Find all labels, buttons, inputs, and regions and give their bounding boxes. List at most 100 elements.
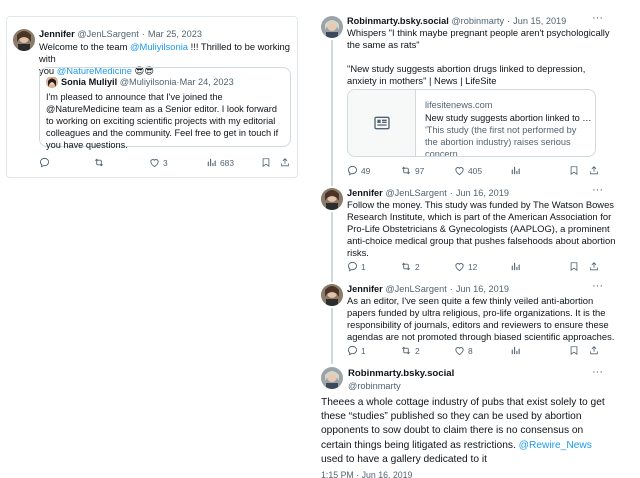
bookmark-icon xyxy=(569,345,579,356)
avatar-robinmarty[interactable] xyxy=(321,367,343,389)
avatar-sonia[interactable] xyxy=(46,76,58,88)
mention-link[interactable]: @Rewire_News xyxy=(519,440,592,451)
author-name[interactable]: Jennifer xyxy=(347,284,383,294)
views-icon xyxy=(510,345,521,356)
avatar-jennifer[interactable] xyxy=(321,284,343,306)
retweet-count: 2 xyxy=(415,261,420,272)
share-button[interactable] xyxy=(589,261,599,272)
author-handle[interactable]: @JenLSargent xyxy=(385,188,446,198)
tweet-date[interactable]: Jun 16, 2019 xyxy=(456,188,509,198)
more-icon[interactable]: ··· xyxy=(592,184,603,196)
reply-button[interactable]: 49 xyxy=(347,165,370,176)
like-count: 12 xyxy=(468,261,478,272)
bookmark-button[interactable] xyxy=(569,165,579,176)
retweet-icon xyxy=(400,345,412,356)
author-handle[interactable]: @JenLSargent xyxy=(385,284,446,294)
reply-count: 1 xyxy=(361,261,366,272)
retweet-count: 97 xyxy=(415,165,425,176)
tweet-header: Jennifer @JenLSargent · Jun 16, 2019 xyxy=(347,188,509,198)
link-title: New study suggests abortion linked to de… xyxy=(425,113,593,123)
share-icon xyxy=(589,261,599,272)
tweet-date[interactable]: Jun 15, 2019 xyxy=(513,16,566,26)
tweet-actions: 49 97 405 xyxy=(347,165,599,177)
more-icon[interactable]: ··· xyxy=(592,366,603,378)
retweet-button[interactable]: 2 xyxy=(400,345,420,356)
author-name[interactable]: Robinmarty.bsky.social xyxy=(347,16,449,26)
reply-icon xyxy=(39,157,50,168)
main-tweet-timestamp[interactable]: 1:15 PM · Jun 16, 2019 xyxy=(321,470,412,478)
tweet-header: Jennifer @JenLSargent · Mar 25, 2023 xyxy=(39,29,202,39)
avatar-robinmarty[interactable] xyxy=(321,16,343,38)
author-handle[interactable]: @JenLSargent xyxy=(77,29,138,39)
like-button[interactable]: 3 xyxy=(149,157,168,168)
link-description: 'This study (the first not performed by … xyxy=(425,125,577,157)
tweet-text: "New study suggests abortion drugs linke… xyxy=(347,63,586,86)
quote-date[interactable]: Mar 24, 2023 xyxy=(180,77,234,87)
tweet-actions: 3 683 xyxy=(39,157,295,169)
thread-line xyxy=(331,212,333,282)
quote-header: Sonia Muliyil @Muliyilsonia·Mar 24, 2023 xyxy=(61,77,234,87)
link-preview-card[interactable]: lifesitenews.com New study suggests abor… xyxy=(347,89,596,157)
retweet-icon xyxy=(400,165,412,176)
tweet-actions: 1 2 12 xyxy=(347,261,599,273)
like-icon xyxy=(454,345,465,356)
reply-button[interactable]: 1 xyxy=(347,345,366,356)
mention-link[interactable]: @Muliyilsonia xyxy=(130,41,188,52)
views-button[interactable] xyxy=(510,165,521,176)
tweet-date[interactable]: Jun 16, 2019 xyxy=(456,284,509,294)
bookmark-icon xyxy=(569,261,579,272)
bookmark-button[interactable] xyxy=(569,345,579,356)
reply-count: 1 xyxy=(361,345,366,356)
author-name[interactable]: Jennifer xyxy=(39,29,75,39)
author-handle[interactable]: @robinmarty xyxy=(451,16,504,26)
more-icon[interactable]: ··· xyxy=(592,280,603,292)
main-tweet-handle: @robinmarty xyxy=(348,380,401,392)
like-button[interactable]: 405 xyxy=(454,165,482,176)
tweet-text-part: used to have a gallery dedicated to it xyxy=(321,453,487,465)
tweet-date[interactable]: Mar 25, 2023 xyxy=(148,29,202,39)
views-button[interactable]: 683 xyxy=(206,157,234,168)
quote-text: I'm pleased to announce that I've joined… xyxy=(46,92,279,150)
views-count: 683 xyxy=(220,157,234,168)
like-icon xyxy=(454,261,465,272)
quote-author-name[interactable]: Sonia Muliyil xyxy=(61,77,117,87)
tweet-text: As an editor, I've seen quite a few thin… xyxy=(347,295,615,342)
views-icon xyxy=(206,157,217,168)
share-button[interactable] xyxy=(589,345,599,356)
more-icon[interactable]: ··· xyxy=(592,12,603,24)
like-icon xyxy=(149,157,160,168)
reply-button[interactable]: 1 xyxy=(347,261,366,272)
reply-icon xyxy=(347,261,358,272)
share-button[interactable] xyxy=(280,157,290,168)
retweet-button[interactable]: 2 xyxy=(400,261,420,272)
main-tweet-text: Theees a whole cottage industry of pubs … xyxy=(321,396,613,467)
bookmark-button[interactable] xyxy=(261,157,271,168)
like-button[interactable]: 12 xyxy=(454,261,477,272)
link-domain: lifesitenews.com xyxy=(425,100,493,110)
author-handle[interactable]: @robinmarty xyxy=(348,381,401,391)
quoted-tweet[interactable]: Sonia Muliyil @Muliyilsonia·Mar 24, 2023… xyxy=(39,67,291,150)
avatar-jennifer[interactable] xyxy=(321,188,343,210)
reply-icon xyxy=(347,165,358,176)
left-tweet-card[interactable]: Jennifer @JenLSargent · Mar 25, 2023 Welco… xyxy=(6,16,298,178)
views-button[interactable] xyxy=(510,345,521,356)
tweet-actions: 1 2 8 xyxy=(347,345,599,357)
tweet-header: Robinmarty.bsky.social @robinmarty · Jun 1… xyxy=(347,16,567,26)
quote-author-handle[interactable]: @Muliyilsonia xyxy=(120,77,177,87)
retweet-icon xyxy=(400,261,412,272)
avatar-jennifer[interactable] xyxy=(13,29,35,51)
like-button[interactable]: 8 xyxy=(454,345,473,356)
share-button[interactable] xyxy=(589,165,599,176)
retweet-icon xyxy=(93,157,105,168)
retweet-button[interactable] xyxy=(93,157,108,168)
reply-button[interactable] xyxy=(39,157,53,168)
retweet-button[interactable]: 97 xyxy=(400,165,424,176)
bookmark-icon xyxy=(261,157,271,168)
views-icon xyxy=(510,261,521,272)
views-button[interactable] xyxy=(510,261,521,272)
author-name[interactable]: Jennifer xyxy=(347,188,383,198)
author-name[interactable]: Robinmarty.bsky.social xyxy=(348,368,454,379)
tweet-text: Whispers "I think maybe pregnant people … xyxy=(347,27,610,50)
bookmark-button[interactable] xyxy=(569,261,579,272)
reply-icon xyxy=(347,345,358,356)
